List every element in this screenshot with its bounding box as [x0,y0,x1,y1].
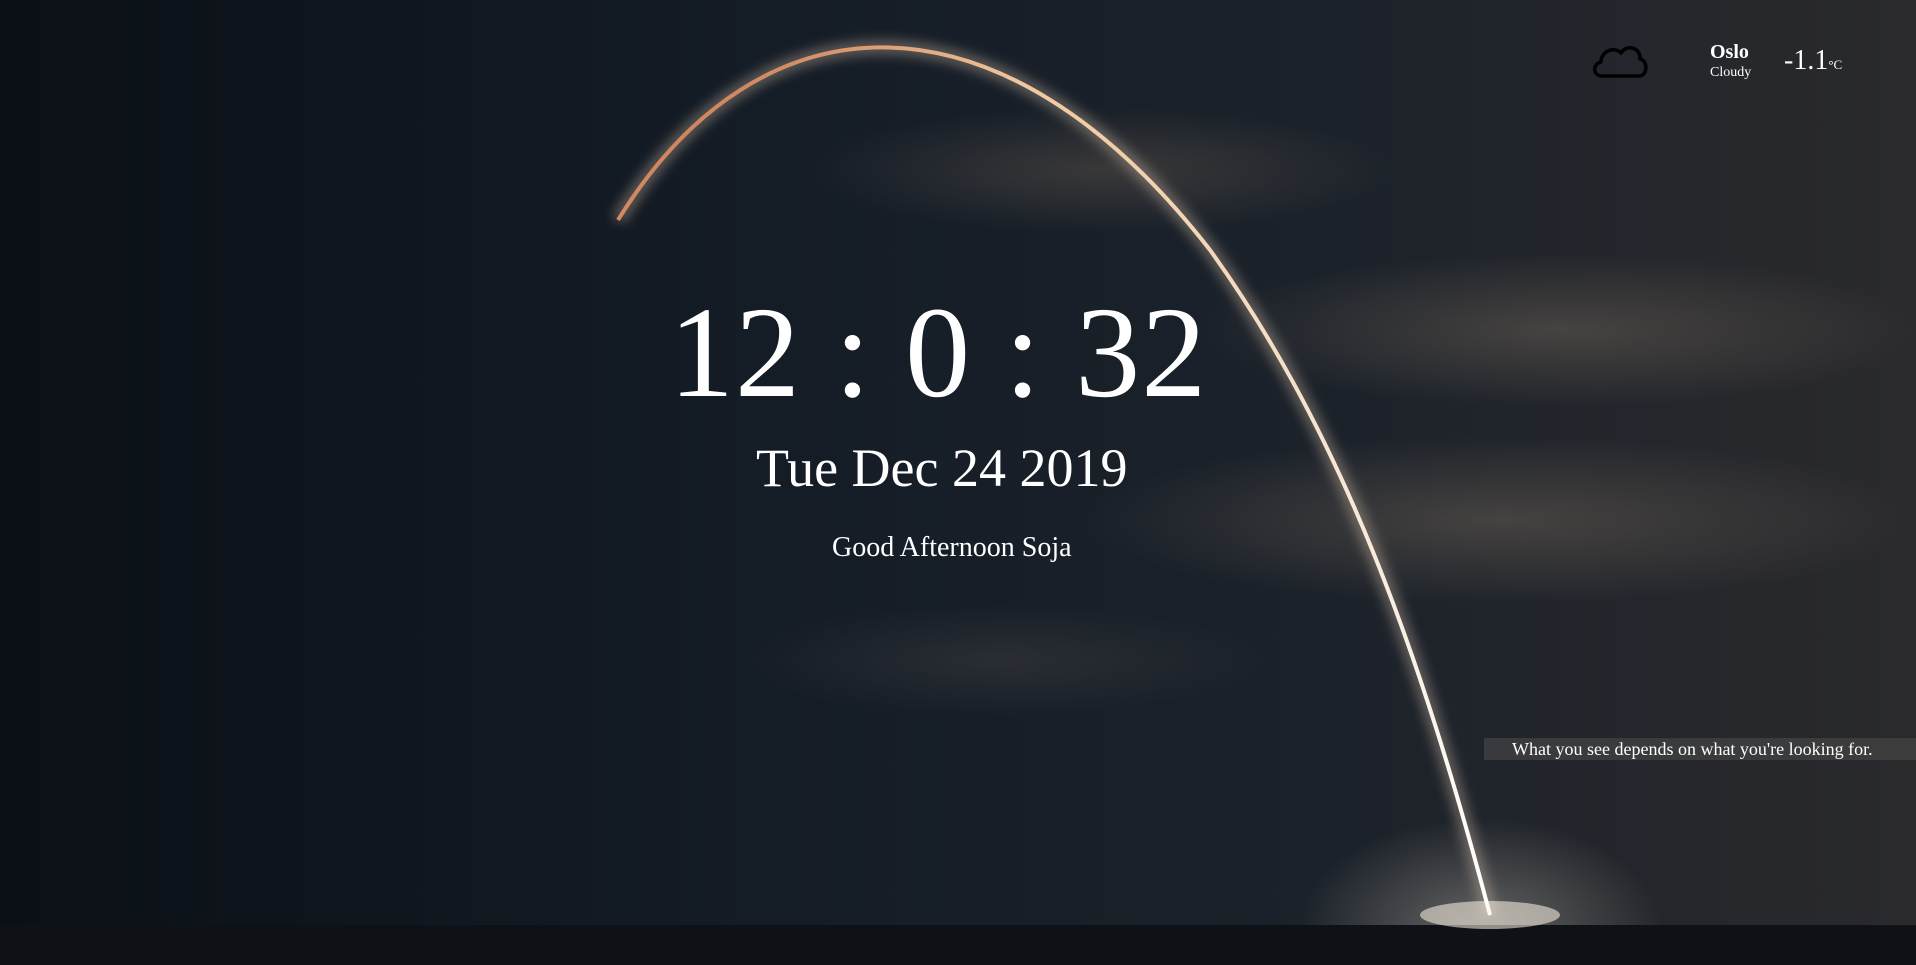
temperature-value: -1.1 [1784,45,1829,76]
greeting-message: Good Afternoon Soja [832,532,1072,563]
weather-widget: Oslo Cloudy -1.1°C [1590,36,1890,90]
weather-condition: Cloudy [1710,65,1752,80]
clock-time: 12 : 0 : 32 [669,281,1208,425]
weather-city: Oslo [1710,41,1749,63]
date-display: Tue Dec 24 2019 [756,438,1128,498]
weather-temperature: -1.1°C [1784,47,1842,75]
quote-banner: What you see depends on what you're look… [1484,738,1916,760]
temperature-unit: °C [1828,57,1843,72]
cloud-icon [1590,38,1650,82]
